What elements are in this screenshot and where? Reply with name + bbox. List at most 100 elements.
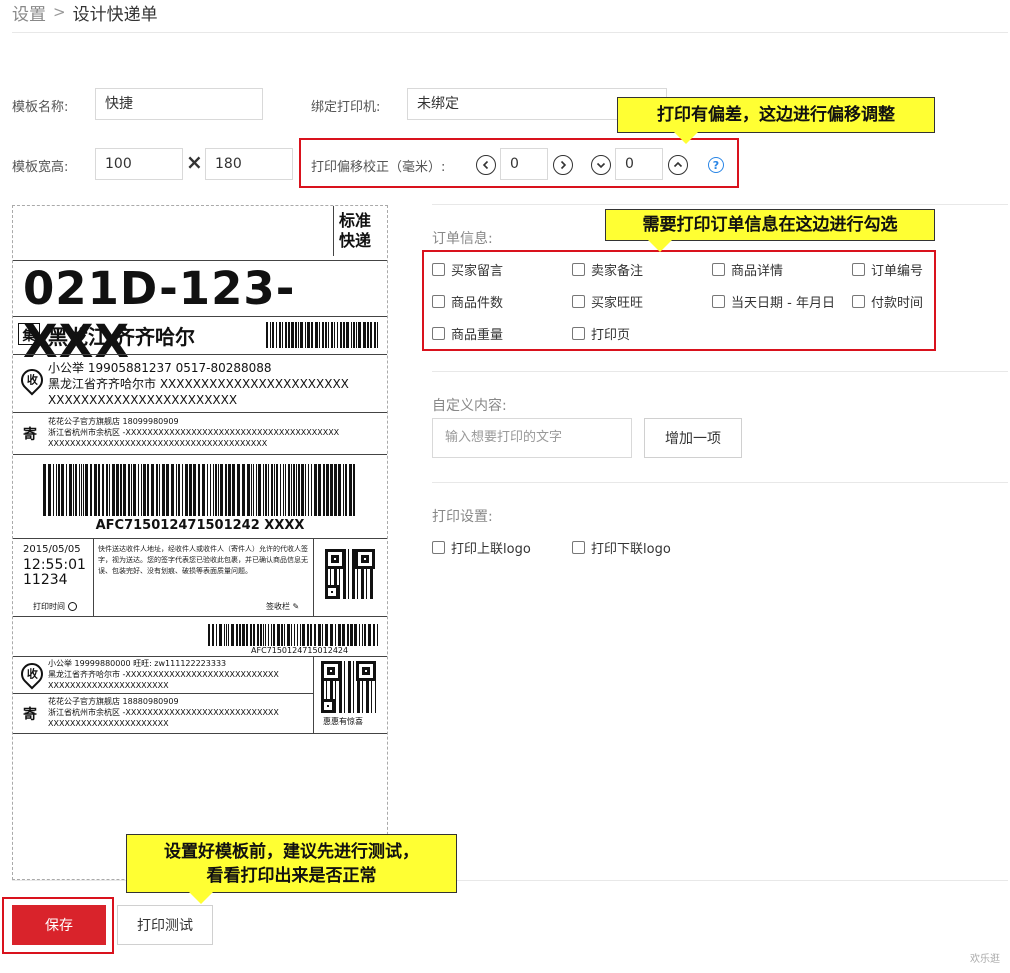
- breadcrumb: 设置 > 设计快递单: [12, 0, 158, 25]
- checkbox-label: 商品重量: [451, 328, 504, 343]
- custom-text-input[interactable]: 输入想要打印的文字: [432, 418, 632, 458]
- chevron-left-icon[interactable]: [476, 155, 496, 175]
- test-callout-line1: 设置好模板前，建议先进行测试，: [164, 841, 419, 862]
- barcode-bar: [295, 322, 297, 348]
- barcode-bar: [143, 464, 146, 516]
- barcode-bar: [133, 464, 136, 516]
- barcode-bar: [353, 464, 355, 516]
- barcode-bar: [354, 624, 357, 646]
- checkbox-box[interactable]: [572, 541, 585, 554]
- save-button[interactable]: 保存: [12, 905, 106, 945]
- breadcrumb-parent[interactable]: 设置: [12, 0, 46, 25]
- barcode-bar: [282, 322, 283, 348]
- barcode-bar: [253, 624, 255, 646]
- barcode-bar: [189, 464, 192, 516]
- barcode-bar: [343, 322, 345, 348]
- barcode-bar: [374, 322, 376, 348]
- barcode-bar: [277, 624, 280, 646]
- checkbox-box[interactable]: [432, 263, 445, 276]
- chevron-down-icon[interactable]: [591, 155, 611, 175]
- barcode-bar: [270, 322, 271, 348]
- order-info-checkbox[interactable]: 商品件数: [432, 292, 503, 311]
- callout-tail: [189, 892, 213, 904]
- print-settings-checkbox[interactable]: 打印上联logo: [432, 538, 531, 557]
- checkbox-label: 商品详情: [731, 264, 784, 279]
- help-icon[interactable]: ?: [708, 157, 724, 173]
- sign-text: 签收栏: [266, 602, 290, 611]
- barcode-bar: [73, 464, 74, 516]
- template-name-input[interactable]: 快捷: [95, 88, 263, 120]
- barcode-bar: [265, 624, 266, 646]
- divider: [12, 32, 1008, 33]
- order-info-callout: 需要打印订单信息在这边进行勾选: [605, 209, 935, 252]
- order-info-callout-text: 需要打印订单信息在这边进行勾选: [642, 215, 898, 235]
- checkbox-box[interactable]: [432, 295, 445, 308]
- checkbox-box[interactable]: [432, 327, 445, 340]
- barcode-bar: [347, 624, 349, 646]
- checkbox-box[interactable]: [852, 295, 865, 308]
- barcode-bar: [276, 322, 277, 348]
- order-info-checkbox[interactable]: 商品重量: [432, 324, 503, 343]
- barcode-bar: [363, 322, 366, 348]
- order-info-checkbox[interactable]: 付款时间: [852, 292, 923, 311]
- checkbox-box[interactable]: [712, 295, 725, 308]
- order-info-checkbox[interactable]: 打印页: [572, 324, 630, 343]
- barcode-bar: [330, 624, 333, 646]
- order-info-checkbox[interactable]: 当天日期 - 年月日: [712, 292, 835, 311]
- test-print-button[interactable]: 打印测试: [117, 905, 213, 945]
- barcode-bar: [58, 464, 60, 516]
- chevron-up-icon[interactable]: [668, 155, 688, 175]
- add-item-button[interactable]: 增加一项: [644, 418, 742, 458]
- order-info-checkbox[interactable]: 订单编号: [852, 260, 923, 279]
- receiver-line1: 小公举 19905881237 0517-80288088: [48, 361, 272, 375]
- offset-x-input[interactable]: 0: [500, 148, 548, 180]
- barcode-bar: [239, 624, 241, 646]
- checkbox-box[interactable]: [432, 541, 445, 554]
- checkbox-box[interactable]: [852, 263, 865, 276]
- order-info-checkbox[interactable]: 商品详情: [712, 260, 783, 279]
- barcode-bar: [85, 464, 88, 516]
- divider: [432, 371, 1008, 372]
- barcode-small-top: [266, 322, 381, 348]
- checkbox-box[interactable]: [572, 295, 585, 308]
- barcode-bar: [284, 624, 285, 646]
- barcode-bar: [112, 464, 115, 516]
- checkbox-label: 打印页: [591, 328, 631, 343]
- template-height-input[interactable]: 180: [205, 148, 293, 180]
- main-barcode-text: AFC715012471501242 XXXX: [95, 518, 305, 533]
- qr-code-icon: [321, 661, 376, 713]
- checkbox-box[interactable]: [572, 327, 585, 340]
- barcode-bar: [350, 624, 353, 646]
- order-info-checkbox[interactable]: 卖家备注: [572, 260, 643, 279]
- template-width-input[interactable]: 100: [95, 148, 183, 180]
- barcode-bar: [128, 464, 130, 516]
- barcode-bar: [315, 322, 318, 348]
- barcode-bar: [298, 464, 300, 516]
- offset-callout-text: 打印有偏差，这边进行偏移调整: [657, 105, 895, 125]
- checkbox-box[interactable]: [712, 263, 725, 276]
- barcode-bar: [257, 624, 259, 646]
- barcode-bar: [138, 464, 139, 516]
- offset-y-input[interactable]: 0: [615, 148, 663, 180]
- barcode-bar: [319, 322, 320, 348]
- sender-line3: XXXXXXXXXXXXXXXXXXXXXXXXXXXXXXXXXXXXXXXX: [48, 439, 268, 448]
- order-info-checkbox[interactable]: 买家旺旺: [572, 292, 643, 311]
- barcode-bar: [98, 464, 100, 516]
- barcode-bar: [185, 464, 188, 516]
- barcode-bar: [272, 322, 274, 348]
- barcode-bar: [330, 464, 333, 516]
- barcode-bar: [318, 464, 321, 516]
- barcode-bar: [56, 464, 57, 516]
- barcode-bar: [176, 464, 177, 516]
- barcode-bar: [314, 464, 317, 516]
- divider: [13, 354, 387, 355]
- barcode-bar: [314, 624, 316, 646]
- barcode-bar: [288, 464, 290, 516]
- divider: [13, 693, 313, 694]
- order-info-checkbox[interactable]: 买家留言: [432, 260, 503, 279]
- label-sender-2: 花花公子官方旗舰店 18880980909 浙江省杭州市余杭区 -XXXXXXX…: [48, 696, 310, 729]
- checkbox-box[interactable]: [572, 263, 585, 276]
- chevron-right-icon[interactable]: [553, 155, 573, 175]
- qr-code-icon: [325, 549, 375, 599]
- print-settings-checkbox[interactable]: 打印下联logo: [572, 538, 671, 557]
